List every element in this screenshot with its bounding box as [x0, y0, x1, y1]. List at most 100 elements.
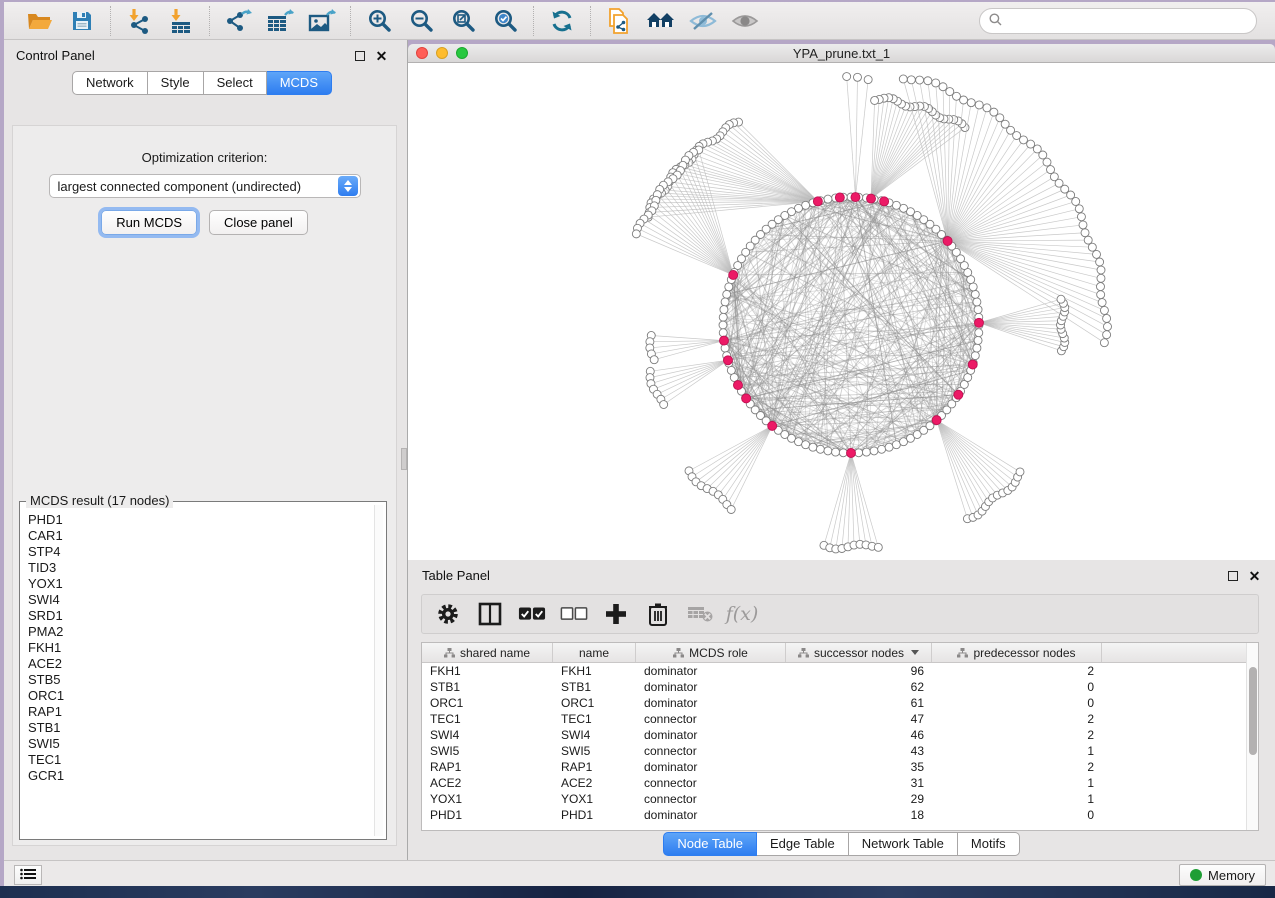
mcds-result-item[interactable]: STB5	[28, 672, 373, 688]
cell-name: STB1	[553, 680, 636, 694]
table-row[interactable]: STB1STB1dominator620	[422, 679, 1258, 695]
mcds-result-item[interactable]: PHD1	[28, 512, 373, 528]
open-icon[interactable]	[22, 6, 58, 36]
column-header-predecessor-nodes[interactable]: predecessor nodes	[932, 643, 1102, 662]
mcds-result-item[interactable]: PMA2	[28, 624, 373, 640]
cell-MCDS-role: connector	[636, 744, 786, 758]
split-columns-icon[interactable]	[476, 600, 504, 628]
houses-icon[interactable]	[643, 6, 679, 36]
delete-icon[interactable]	[644, 600, 672, 628]
panel-splitter[interactable]	[400, 40, 408, 860]
table-row[interactable]: TEC1TEC1connector472	[422, 711, 1258, 727]
hide-selected-icon[interactable]	[685, 6, 721, 36]
float-table-panel-icon[interactable]	[1226, 569, 1239, 582]
memory-label: Memory	[1208, 868, 1255, 883]
column-header-shared-name[interactable]: shared name	[422, 643, 553, 662]
mcds-result-item[interactable]: SWI4	[28, 592, 373, 608]
cell-predecessor-nodes: 2	[932, 728, 1102, 742]
table-row[interactable]: RAP1RAP1dominator352	[422, 759, 1258, 775]
new-network-from-selection-icon[interactable]	[601, 6, 637, 36]
mcds-result-item[interactable]: GCR1	[28, 768, 373, 784]
cell-successor-nodes: 46	[786, 728, 932, 742]
cell-MCDS-role: connector	[636, 712, 786, 726]
tab-node-table[interactable]: Node Table	[663, 832, 757, 856]
control-panel-title: Control Panel	[16, 48, 95, 63]
mcds-result-item[interactable]: CAR1	[28, 528, 373, 544]
table-scrollbar-thumb[interactable]	[1249, 667, 1257, 755]
float-panel-icon[interactable]	[353, 49, 366, 62]
table-row[interactable]: YOX1YOX1connector291	[422, 791, 1258, 807]
cell-MCDS-role: connector	[636, 792, 786, 806]
cell-shared-name: SWI5	[422, 744, 553, 758]
memory-button[interactable]: Memory	[1179, 864, 1266, 886]
tab-style[interactable]: Style	[148, 71, 204, 95]
network-window-title: YPA_prune.txt_1	[408, 46, 1275, 61]
tab-select[interactable]: Select	[204, 71, 267, 95]
cell-name: TEC1	[553, 712, 636, 726]
table-row[interactable]: ACE2ACE2connector311	[422, 775, 1258, 791]
mcds-result-item[interactable]: FKH1	[28, 640, 373, 656]
run-mcds-button[interactable]: Run MCDS	[101, 210, 197, 235]
mcds-result-list[interactable]: PHD1CAR1STP4TID3YOX1SWI4SRD1PMA2FKH1ACE2…	[23, 505, 373, 836]
import-table-icon[interactable]	[163, 6, 199, 36]
table-row[interactable]: SWI4SWI4dominator462	[422, 727, 1258, 743]
mcds-result-item[interactable]: SRD1	[28, 608, 373, 624]
table-row[interactable]: ORC1ORC1dominator610	[422, 695, 1258, 711]
column-header-MCDS-role[interactable]: MCDS role	[636, 643, 786, 662]
node-table[interactable]: shared namenameMCDS rolesuccessor nodesp…	[421, 642, 1259, 831]
close-panel-icon[interactable]: ✕	[375, 49, 388, 62]
tab-motifs[interactable]: Motifs	[958, 832, 1020, 856]
import-network-icon[interactable]	[121, 6, 157, 36]
search-box[interactable]	[979, 8, 1257, 34]
table-row[interactable]: SWI5SWI5connector431	[422, 743, 1258, 759]
export-network-icon[interactable]	[220, 6, 256, 36]
select-all-icon[interactable]	[518, 600, 546, 628]
mcds-result-item[interactable]: YOX1	[28, 576, 373, 592]
network-window-titlebar[interactable]: YPA_prune.txt_1	[408, 44, 1275, 63]
table-row[interactable]: FKH1FKH1dominator962	[422, 663, 1258, 679]
zoom-out-icon[interactable]	[403, 6, 439, 36]
deselect-all-icon[interactable]	[560, 600, 588, 628]
column-header-name[interactable]: name	[553, 643, 636, 662]
tab-mcds[interactable]: MCDS	[267, 71, 332, 95]
table-scrollbar[interactable]	[1246, 643, 1258, 830]
network-canvas[interactable]	[408, 63, 1275, 560]
save-icon[interactable]	[64, 6, 100, 36]
cell-MCDS-role: dominator	[636, 808, 786, 822]
cell-name: SWI5	[553, 744, 636, 758]
zoom-in-icon[interactable]	[361, 6, 397, 36]
mcds-result-item[interactable]: STB1	[28, 720, 373, 736]
mcds-result-item[interactable]: SWI5	[28, 736, 373, 752]
export-image-icon[interactable]	[304, 6, 340, 36]
mcds-result-item[interactable]: TEC1	[28, 752, 373, 768]
close-panel-button[interactable]: Close panel	[209, 210, 308, 235]
show-all-icon[interactable]	[727, 6, 763, 36]
search-input[interactable]	[1007, 13, 1247, 28]
zoom-fit-icon[interactable]	[445, 6, 481, 36]
tab-network-table[interactable]: Network Table	[849, 832, 958, 856]
mcds-result-item[interactable]: STP4	[28, 544, 373, 560]
tab-edge-table[interactable]: Edge Table	[757, 832, 849, 856]
optimization-criterion-select[interactable]: largest connected component (undirected)	[49, 174, 361, 198]
refresh-icon[interactable]	[544, 6, 580, 36]
mcds-list-scrollbar[interactable]	[374, 505, 383, 836]
add-icon[interactable]	[602, 600, 630, 628]
mcds-result-item[interactable]: ORC1	[28, 688, 373, 704]
export-table-icon[interactable]	[262, 6, 298, 36]
task-history-button[interactable]	[14, 865, 42, 885]
settings-icon[interactable]	[434, 600, 462, 628]
list-icon	[20, 868, 36, 883]
mcds-result-item[interactable]: TID3	[28, 560, 373, 576]
tab-network[interactable]: Network	[72, 71, 148, 95]
cell-shared-name: RAP1	[422, 760, 553, 774]
sort-descending-icon	[911, 650, 919, 655]
splitter-grip[interactable]	[401, 448, 407, 470]
table-row[interactable]: PHD1PHD1dominator180	[422, 807, 1258, 823]
close-table-panel-icon[interactable]: ✕	[1248, 569, 1261, 582]
cell-predecessor-nodes: 0	[932, 808, 1102, 822]
cell-predecessor-nodes: 2	[932, 664, 1102, 678]
mcds-result-item[interactable]: ACE2	[28, 656, 373, 672]
column-header-successor-nodes[interactable]: successor nodes	[786, 643, 932, 662]
mcds-result-item[interactable]: RAP1	[28, 704, 373, 720]
zoom-selected-icon[interactable]	[487, 6, 523, 36]
